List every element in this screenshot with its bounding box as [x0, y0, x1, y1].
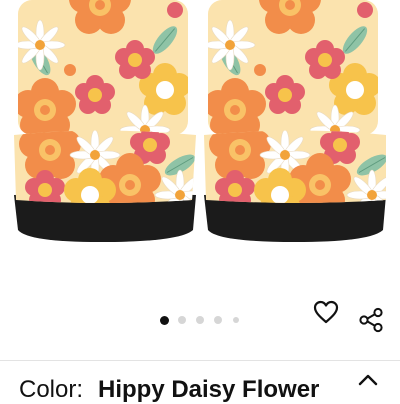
pager-dot[interactable] [196, 316, 204, 324]
heart-outline-icon [313, 300, 339, 324]
seat-cover-right [204, 0, 386, 242]
image-pager[interactable] [0, 314, 400, 326]
product-image[interactable] [0, 0, 400, 300]
color-variant-row[interactable]: Color: Hippy Daisy Flower [0, 361, 400, 403]
pager-dot[interactable] [178, 316, 186, 324]
seat-cover-left [14, 0, 196, 242]
pager-dot[interactable] [159, 315, 169, 325]
share-button[interactable] [357, 306, 385, 334]
share-icon [359, 307, 383, 333]
wishlist-button[interactable] [312, 298, 340, 326]
pager-dot[interactable] [233, 317, 239, 323]
expand-color-button[interactable] [356, 372, 380, 393]
pager-dot[interactable] [214, 316, 222, 324]
chevron-up-icon [358, 374, 378, 386]
seat-covers-illustration [14, 0, 386, 242]
